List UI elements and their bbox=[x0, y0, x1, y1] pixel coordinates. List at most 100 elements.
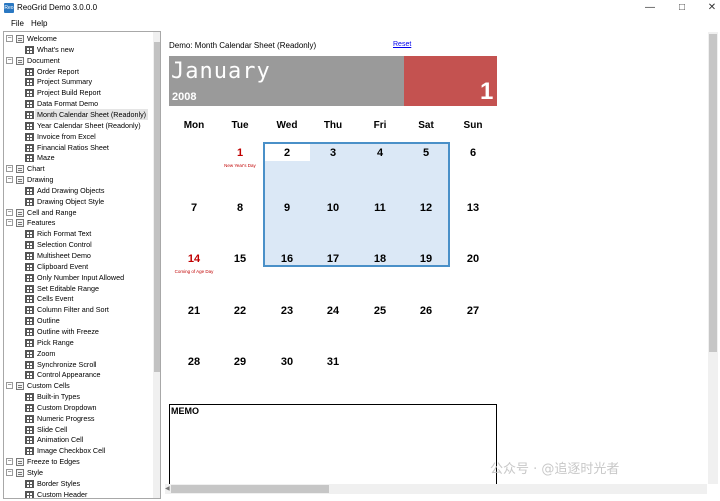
close-button[interactable]: ✕ bbox=[698, 0, 720, 16]
tree-item[interactable]: Year Calendar Sheet (Readonly) bbox=[4, 120, 152, 131]
maximize-button[interactable]: □ bbox=[668, 0, 696, 16]
date-cell[interactable]: 2 bbox=[264, 147, 310, 159]
date-cell[interactable]: 12 bbox=[403, 202, 449, 214]
tree-folder[interactable]: − Freeze to Edges bbox=[4, 456, 152, 467]
collapse-icon[interactable]: − bbox=[6, 35, 13, 42]
date-cell[interactable]: 24 bbox=[310, 305, 356, 317]
date-cell[interactable]: 11 bbox=[357, 202, 403, 214]
date-cell[interactable]: 16 bbox=[264, 253, 310, 265]
tree-folder[interactable]: − Welcome bbox=[4, 33, 152, 44]
vertical-scroll-thumb[interactable] bbox=[709, 34, 717, 352]
date-cell[interactable]: 18 bbox=[357, 253, 403, 265]
tree-item[interactable]: Month Calendar Sheet (Readonly) bbox=[4, 108, 152, 120]
collapse-icon[interactable]: − bbox=[6, 458, 13, 466]
collapse-icon[interactable]: − bbox=[6, 176, 13, 184]
tree-item[interactable]: Clipboard Event bbox=[4, 261, 152, 272]
tree-item[interactable]: Numeric Progress bbox=[4, 413, 152, 424]
date-cell[interactable]: 6 bbox=[450, 147, 496, 159]
tree-folder[interactable]: − Cell and Range bbox=[4, 207, 152, 218]
date-cell[interactable]: 22 bbox=[217, 305, 263, 317]
tree-folder[interactable]: − Style bbox=[4, 467, 152, 478]
horizontal-scroll-thumb[interactable] bbox=[171, 485, 329, 493]
tree-scroll-thumb[interactable] bbox=[154, 42, 160, 372]
vertical-scrollbar[interactable] bbox=[708, 32, 718, 484]
tree-folder[interactable]: − Custom Cells bbox=[4, 380, 152, 391]
tree-item[interactable]: Zoom bbox=[4, 348, 152, 359]
date-cell[interactable]: 4 bbox=[357, 147, 403, 159]
tree-item[interactable]: Rich Format Text bbox=[4, 228, 152, 239]
date-cell[interactable]: 5 bbox=[403, 147, 449, 159]
reset-link[interactable]: Reset bbox=[393, 41, 411, 48]
date-cell[interactable]: 8 bbox=[217, 202, 263, 214]
tree-item[interactable]: Slide Cell bbox=[4, 424, 152, 435]
collapse-icon[interactable]: − bbox=[6, 469, 13, 476]
tree-item[interactable]: Animation Cell bbox=[4, 434, 152, 445]
tree-folder[interactable]: − Drawing bbox=[4, 174, 152, 185]
tree-item[interactable]: Control Appearance bbox=[4, 369, 152, 380]
date-cell[interactable]: 1 bbox=[217, 147, 263, 159]
tree-item[interactable]: Drawing Object Style bbox=[4, 196, 152, 207]
tree-item[interactable]: Synchronize Scroll bbox=[4, 359, 152, 370]
tree-item[interactable]: Built-in Types bbox=[4, 391, 152, 402]
tree-scrollbar[interactable] bbox=[153, 32, 160, 498]
tree-item[interactable]: Project Summary bbox=[4, 76, 152, 87]
date-cell[interactable]: 28 bbox=[171, 356, 217, 368]
tree-item[interactable]: Custom Dropdown bbox=[4, 402, 152, 413]
tree-item[interactable]: Set Editable Range bbox=[4, 283, 152, 294]
menu-file[interactable]: File bbox=[11, 18, 24, 29]
tree-item[interactable]: Data Format Demo bbox=[4, 98, 152, 109]
tree-item[interactable]: Image Checkbox Cell bbox=[4, 445, 152, 456]
collapse-icon[interactable]: − bbox=[6, 208, 13, 216]
memo-box[interactable] bbox=[169, 404, 497, 494]
tree-item[interactable]: Pick Range bbox=[4, 337, 152, 348]
date-cell[interactable]: 20 bbox=[450, 253, 496, 265]
date-cell[interactable]: 26 bbox=[403, 305, 449, 317]
collapse-icon[interactable]: − bbox=[6, 219, 13, 227]
date-cell[interactable]: 13 bbox=[450, 202, 496, 214]
date-cell[interactable]: 7 bbox=[171, 202, 217, 214]
menu-help[interactable]: Help bbox=[31, 18, 47, 29]
tree-item[interactable]: Multisheet Demo bbox=[4, 250, 152, 261]
demo-tree[interactable]: − Welcome What's new − Document Order Report P… bbox=[3, 31, 161, 499]
date-cell[interactable]: 25 bbox=[357, 305, 403, 317]
tree-item[interactable]: Selection Control bbox=[4, 239, 152, 250]
tree-item[interactable]: Project Build Report bbox=[4, 87, 152, 98]
collapse-icon[interactable]: − bbox=[6, 165, 13, 173]
date-cell[interactable]: 29 bbox=[217, 356, 263, 368]
tree-item[interactable]: Add Drawing Objects bbox=[4, 185, 152, 196]
tree-item[interactable]: Financial Ratios Sheet bbox=[4, 142, 152, 153]
tree-item[interactable]: Order Report bbox=[4, 66, 152, 77]
tree-item[interactable]: Border Styles bbox=[4, 478, 152, 489]
collapse-icon[interactable]: − bbox=[6, 382, 13, 390]
tree-item[interactable]: What's new bbox=[4, 44, 152, 55]
scroll-left-icon[interactable]: ◀ bbox=[165, 484, 170, 494]
date-cell[interactable]: 14 bbox=[171, 253, 217, 265]
date-cell[interactable]: 31 bbox=[310, 356, 356, 368]
tree-item[interactable]: Only Number Input Allowed bbox=[4, 272, 152, 283]
date-cell[interactable]: 3 bbox=[310, 147, 356, 159]
tree-item[interactable]: Cells Event bbox=[4, 293, 152, 304]
minimize-button[interactable]: — bbox=[636, 0, 664, 16]
date-cell[interactable]: 21 bbox=[171, 305, 217, 317]
tree-item[interactable]: Invoice from Excel bbox=[4, 131, 152, 142]
tree-item[interactable]: Column Filter and Sort bbox=[4, 304, 152, 315]
tree-item[interactable]: Maze bbox=[4, 152, 152, 163]
collapse-icon[interactable]: − bbox=[6, 56, 13, 64]
tree-folder[interactable]: − Features bbox=[4, 217, 152, 228]
date-cell[interactable]: 23 bbox=[264, 305, 310, 317]
tree-folder[interactable]: − Chart bbox=[4, 163, 152, 174]
grid-icon bbox=[25, 100, 34, 109]
date-cell[interactable]: 9 bbox=[264, 202, 310, 214]
tree-label: Features bbox=[27, 218, 56, 228]
tree-item[interactable]: Outline with Freeze bbox=[4, 326, 152, 337]
date-cell[interactable]: 30 bbox=[264, 356, 310, 368]
tree-folder[interactable]: − Document bbox=[4, 55, 152, 66]
tree-item[interactable]: Custom Header bbox=[4, 489, 152, 498]
date-cell[interactable]: 27 bbox=[450, 305, 496, 317]
date-cell[interactable]: 17 bbox=[310, 253, 356, 265]
horizontal-scrollbar[interactable]: ◀ bbox=[165, 484, 707, 494]
date-cell[interactable]: 19 bbox=[403, 253, 449, 265]
date-cell[interactable]: 15 bbox=[217, 253, 263, 265]
date-cell[interactable]: 10 bbox=[310, 202, 356, 214]
tree-item[interactable]: Outline bbox=[4, 315, 152, 326]
